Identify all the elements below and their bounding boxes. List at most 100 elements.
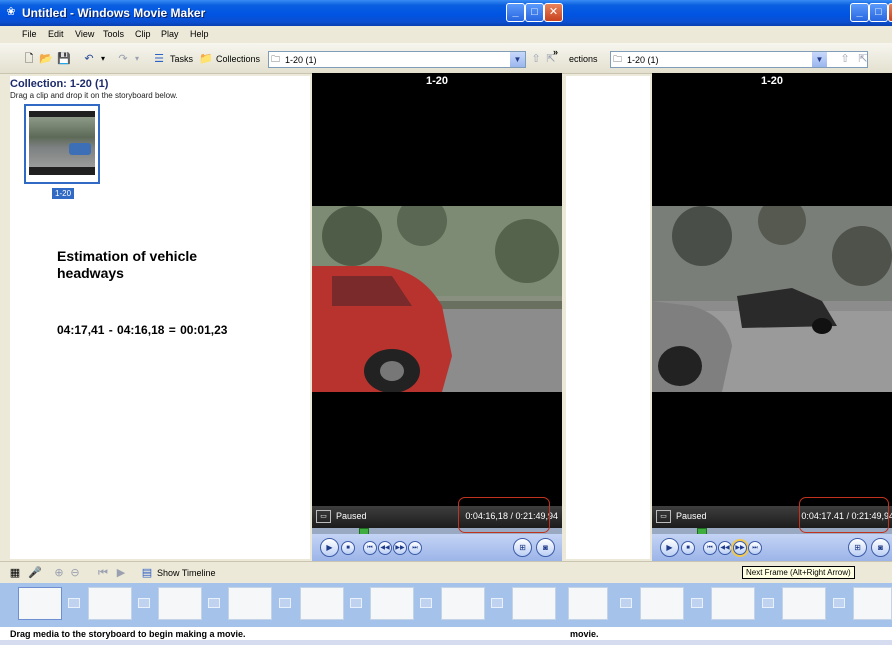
transition-slot[interactable]: [762, 598, 774, 608]
forward-icon[interactable]: ⏭: [748, 541, 762, 555]
take-picture-icon[interactable]: ◙: [871, 538, 890, 557]
clip-thumbnail[interactable]: [24, 104, 100, 184]
redo-icon[interactable]: ↷: [116, 52, 130, 66]
show-timeline-button[interactable]: Show Timeline: [157, 568, 216, 578]
new-collection-icon[interactable]: ⇱: [856, 52, 870, 66]
next-frame-icon[interactable]: ▶▶: [733, 541, 747, 555]
minimize-button[interactable]: _: [850, 3, 869, 22]
save-icon[interactable]: 💾: [57, 52, 71, 66]
stop-icon[interactable]: ■: [341, 541, 355, 555]
previous-frame-icon[interactable]: ◀◀: [378, 541, 392, 555]
storyboard-slot[interactable]: [441, 587, 485, 620]
menu-edit[interactable]: Edit: [48, 29, 64, 39]
up-level-icon[interactable]: ⇧: [529, 52, 543, 66]
up-level-icon[interactable]: ⇧: [838, 52, 852, 66]
title-bar[interactable]: ❀ Untitled - Windows Movie Maker _ □ ✕: [0, 0, 566, 26]
storyboard-slot[interactable]: [18, 587, 62, 620]
zoom-out-icon[interactable]: ⊖: [68, 566, 82, 580]
storyboard[interactable]: [0, 583, 566, 627]
storyboard-icon[interactable]: ▦: [8, 566, 22, 580]
storyboard-slot[interactable]: [512, 587, 556, 620]
play-icon[interactable]: ▶: [320, 538, 339, 557]
monitor-mode-icon[interactable]: ▭: [656, 510, 671, 523]
menu-help[interactable]: Help: [190, 29, 209, 39]
clip-label[interactable]: 1-20: [52, 188, 75, 199]
take-picture-icon[interactable]: ◙: [536, 538, 555, 557]
movie-maker-window-left: ❀ Untitled - Windows Movie Maker _ □ ✕ F…: [0, 0, 566, 645]
chevron-down-icon[interactable]: ▼: [812, 52, 827, 67]
title-bar[interactable]: _ □ ✕: [566, 0, 892, 26]
horizontal-scrollbar[interactable]: [566, 640, 892, 645]
narrate-icon[interactable]: 🎤: [28, 566, 42, 580]
storyboard[interactable]: [566, 583, 892, 627]
forward-icon[interactable]: ⏭: [408, 541, 422, 555]
menu-file[interactable]: File: [22, 29, 37, 39]
storyboard-slot[interactable]: [640, 587, 684, 620]
zoom-in-icon[interactable]: ⊕: [52, 566, 66, 580]
tasks-button[interactable]: Tasks: [170, 54, 193, 64]
maximize-button[interactable]: □: [525, 3, 544, 22]
redo-dropdown-icon[interactable]: ▾: [130, 52, 144, 66]
transition-slot[interactable]: [691, 598, 703, 608]
storyboard-slot[interactable]: [370, 587, 414, 620]
storyboard-slot[interactable]: [158, 587, 202, 620]
collections-button[interactable]: Collections: [216, 54, 260, 64]
menu-tools[interactable]: Tools: [103, 29, 124, 39]
storyboard-slot[interactable]: [300, 587, 344, 620]
tasks-icon[interactable]: ☰: [152, 52, 166, 66]
transition-slot[interactable]: [279, 598, 291, 608]
timeline-icon[interactable]: ▤: [140, 566, 154, 580]
undo-dropdown-icon[interactable]: ▾: [96, 52, 110, 66]
collection-select[interactable]: 🗀 1-20 (1) ▼: [610, 51, 868, 68]
transition-slot[interactable]: [620, 598, 632, 608]
storyboard-slot[interactable]: [711, 587, 755, 620]
collections-button[interactable]: ections: [569, 54, 598, 64]
storyboard-slot[interactable]: [568, 587, 608, 620]
car-hub: [380, 361, 404, 381]
menu-play[interactable]: Play: [161, 29, 179, 39]
transition-slot[interactable]: [420, 598, 432, 608]
storyboard-slot[interactable]: [782, 587, 826, 620]
storyboard-slot[interactable]: [228, 587, 272, 620]
play-icon[interactable]: ▶: [660, 538, 679, 557]
collection-folder-icon: 🗀: [271, 54, 281, 64]
new-project-icon[interactable]: 🗋: [22, 52, 36, 66]
toolbar-overflow[interactable]: »: [553, 47, 558, 57]
stop-icon[interactable]: ■: [681, 541, 695, 555]
menu-clip[interactable]: Clip: [135, 29, 151, 39]
monitor-mode-icon[interactable]: ▭: [316, 510, 331, 523]
back-icon[interactable]: ⏮: [363, 541, 377, 555]
video-scene: [652, 206, 892, 392]
previous-frame-icon[interactable]: ◀◀: [718, 541, 732, 555]
rewind-storyboard-icon[interactable]: ⏮: [96, 566, 110, 580]
collections-icon[interactable]: 📁: [199, 52, 213, 66]
play-storyboard-icon[interactable]: ▶: [114, 566, 128, 580]
transition-slot[interactable]: [138, 598, 150, 608]
back-icon[interactable]: ⏮: [703, 541, 717, 555]
split-icon[interactable]: ⊞: [513, 538, 532, 557]
transition-slot[interactable]: [491, 598, 503, 608]
transition-slot[interactable]: [68, 598, 80, 608]
transition-slot[interactable]: [208, 598, 220, 608]
menu-view[interactable]: View: [75, 29, 94, 39]
close-button[interactable]: ✕: [888, 3, 892, 22]
playback-controls: ▶ ■ ⏮ ◀◀ ▶▶ ⏭ ⊞ ◙: [652, 534, 892, 561]
undo-icon[interactable]: ↶: [82, 52, 96, 66]
menu-bar: [566, 26, 892, 43]
horizontal-scrollbar[interactable]: [0, 640, 566, 645]
maximize-button[interactable]: □: [869, 3, 888, 22]
collection-select-value: 1-20 (1): [627, 55, 659, 65]
chevron-down-icon[interactable]: ▼: [510, 52, 525, 67]
transition-slot[interactable]: [833, 598, 845, 608]
split-icon[interactable]: ⊞: [848, 538, 867, 557]
close-button[interactable]: ✕: [544, 3, 563, 22]
storyboard-hint: movie.: [570, 629, 599, 639]
storyboard-slot[interactable]: [88, 587, 132, 620]
collection-select[interactable]: 🗀 1-20 (1) ▼: [268, 51, 526, 68]
minimize-button[interactable]: _: [506, 3, 525, 22]
open-project-icon[interactable]: 📂: [39, 52, 53, 66]
transition-slot[interactable]: [350, 598, 362, 608]
next-frame-icon[interactable]: ▶▶: [393, 541, 407, 555]
storyboard-slot[interactable]: [853, 587, 892, 620]
annotation-title-line1: Estimation of vehicle: [57, 248, 198, 264]
